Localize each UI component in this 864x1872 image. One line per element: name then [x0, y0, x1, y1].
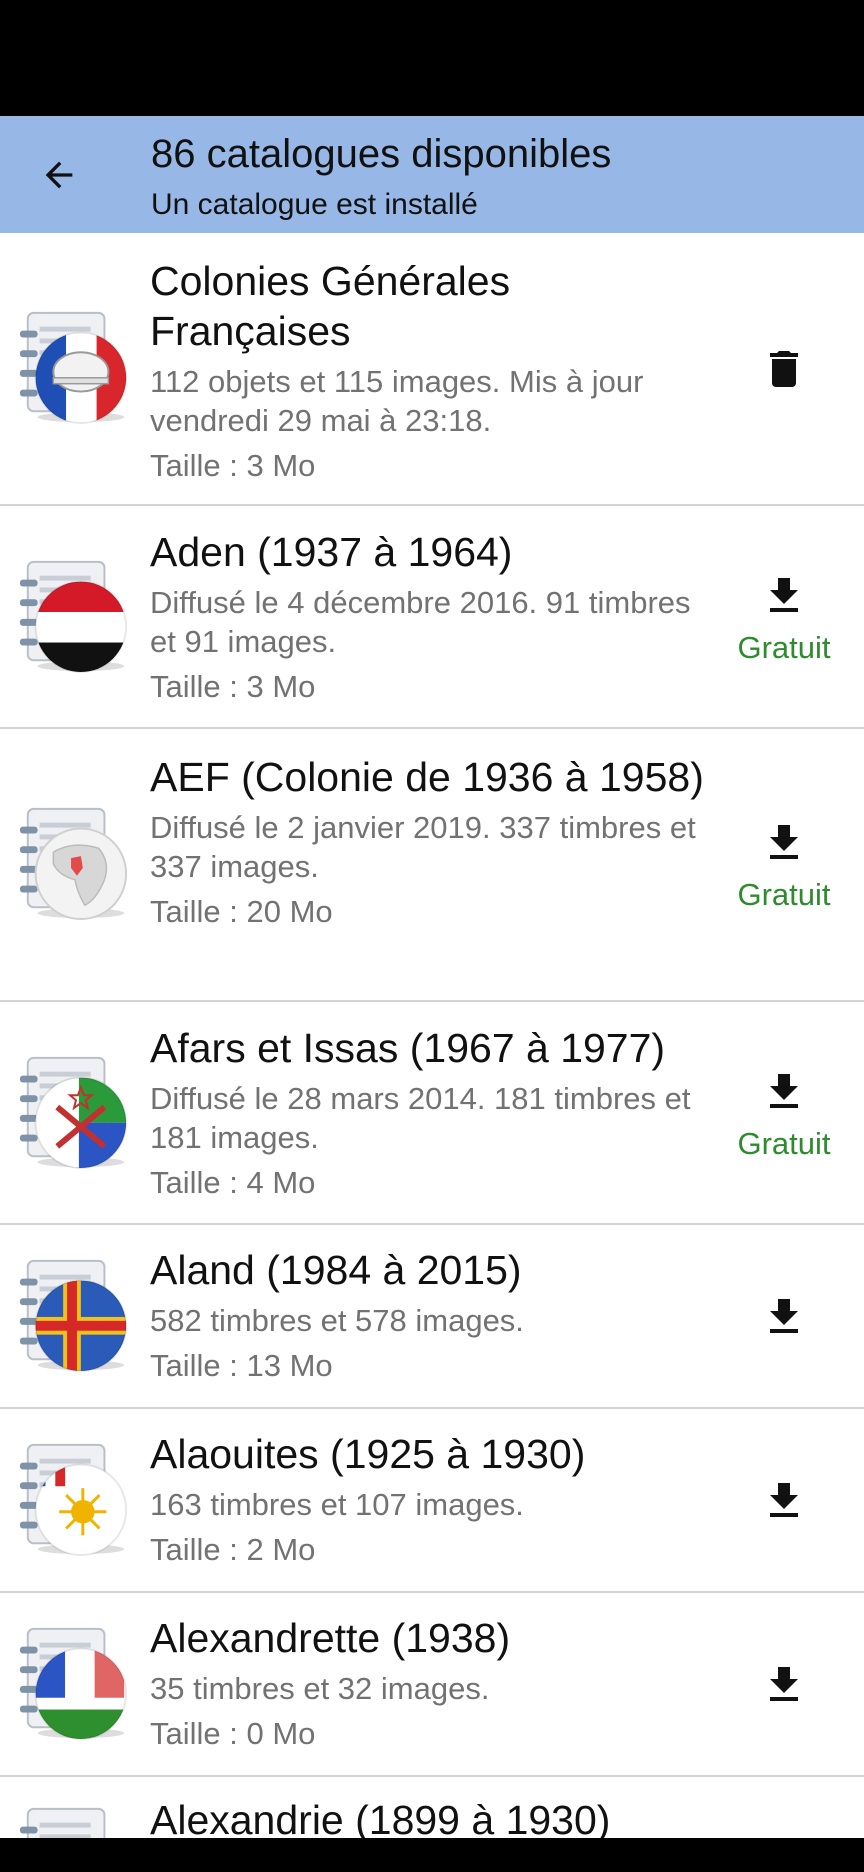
download-button[interactable] — [704, 1477, 864, 1525]
list-item[interactable]: Aden (1937 à 1964) Diffusé le 4 décembre… — [0, 506, 864, 729]
download-icon — [770, 825, 798, 859]
download-button[interactable]: Gratuit — [704, 572, 864, 666]
catalogue-text: Colonies Générales Françaises 112 objets… — [150, 256, 720, 485]
catalogue-text: Afars et Issas (1967 à 1977) Diffusé le … — [150, 1023, 720, 1202]
price-label: Gratuit — [737, 630, 831, 665]
catalogue-name: Colonies Générales Françaises — [150, 258, 511, 354]
download-icon — [770, 1074, 798, 1108]
download-icon — [770, 578, 798, 612]
catalogue-size: Taille : 0 Mo — [150, 1716, 316, 1751]
catalogue-icon — [18, 560, 128, 674]
catalogue-icon — [18, 807, 128, 921]
download-icon — [770, 1667, 798, 1701]
list-item[interactable]: Aland (1984 à 2015) 582 timbres et 578 i… — [0, 1225, 864, 1409]
catalogue-name: AEF (Colonie de 1936 à 1958) — [150, 754, 704, 800]
back-button[interactable] — [28, 144, 90, 206]
catalogue-size: Taille : 20 Mo — [150, 894, 333, 929]
trash-icon — [770, 351, 798, 387]
list-item[interactable]: Colonies Générales Françaises 112 objets… — [0, 233, 864, 506]
page-subtitle: Un catalogue est installé — [151, 188, 478, 221]
catalogue-name: Alexandrette (1938) — [150, 1615, 511, 1661]
catalogue-text: Aland (1984 à 2015) 582 timbres et 578 i… — [150, 1245, 720, 1385]
delete-button[interactable] — [704, 345, 864, 393]
catalogue-description: Diffusé le 4 décembre 2016. 91 timbres e… — [150, 585, 691, 659]
catalogue-text: Aden (1937 à 1964) Diffusé le 4 décembre… — [150, 527, 720, 706]
catalogue-size: Taille : 3 Mo — [150, 448, 316, 483]
list-item[interactable]: Afars et Issas (1967 à 1977) Diffusé le … — [0, 1002, 864, 1225]
download-button[interactable] — [704, 1661, 864, 1709]
catalogue-size: Taille : 4 Mo — [150, 1165, 316, 1200]
download-icon — [770, 1299, 798, 1333]
catalogue-icon — [18, 1056, 128, 1170]
list-item[interactable]: AEF (Colonie de 1936 à 1958) Diffusé le … — [0, 729, 864, 1002]
catalogue-description: 112 objets et 115 images. Mis à jour ven… — [150, 364, 644, 438]
catalogue-description: 582 timbres et 578 images. — [150, 1303, 524, 1338]
download-button[interactable]: Gratuit — [704, 819, 864, 913]
catalogue-description: 163 timbres et 107 images. — [150, 1487, 524, 1522]
catalogue-list: Colonies Générales Françaises 112 objets… — [0, 233, 864, 1872]
catalogue-size: Taille : 13 Mo — [150, 1348, 333, 1383]
price-label: Gratuit — [737, 877, 831, 912]
catalogue-name: Alaouites (1925 à 1930) — [150, 1431, 586, 1477]
status-bar — [0, 0, 864, 116]
catalogue-name: Aland (1984 à 2015) — [150, 1247, 522, 1293]
list-item[interactable]: Alaouites (1925 à 1930) 163 timbres et 1… — [0, 1409, 864, 1593]
catalogue-description: Diffusé le 28 mars 2014. 181 timbres et … — [150, 1081, 691, 1155]
catalogue-icon — [18, 1259, 128, 1373]
catalogue-icon — [18, 1627, 128, 1741]
catalogue-text: Alexandrette (1938) 35 timbres et 32 ima… — [150, 1613, 720, 1753]
download-button[interactable] — [704, 1293, 864, 1341]
catalogue-text: AEF (Colonie de 1936 à 1958) Diffusé le … — [150, 752, 720, 931]
price-label: Gratuit — [737, 1126, 831, 1161]
download-icon — [770, 1483, 798, 1517]
list-item[interactable]: Alexandrette (1938) 35 timbres et 32 ima… — [0, 1593, 864, 1777]
catalogue-description: 35 timbres et 32 images. — [150, 1671, 490, 1706]
catalogue-size: Taille : 2 Mo — [150, 1532, 316, 1567]
catalogue-icon — [18, 1443, 128, 1557]
navigation-bar — [0, 1838, 864, 1872]
app-bar: 86 catalogues disponibles Un catalogue e… — [0, 116, 864, 233]
catalogue-icon — [18, 311, 128, 425]
arrow-left-icon — [45, 161, 73, 189]
page-title: 86 catalogues disponibles — [151, 132, 612, 176]
catalogue-description: Diffusé le 2 janvier 2019. 337 timbres e… — [150, 810, 696, 884]
catalogue-name: Afars et Issas (1967 à 1977) — [150, 1025, 666, 1071]
download-button[interactable]: Gratuit — [704, 1068, 864, 1162]
catalogue-text: Alaouites (1925 à 1930) 163 timbres et 1… — [150, 1429, 720, 1569]
catalogue-size: Taille : 3 Mo — [150, 669, 316, 704]
catalogue-name: Aden (1937 à 1964) — [150, 529, 513, 575]
